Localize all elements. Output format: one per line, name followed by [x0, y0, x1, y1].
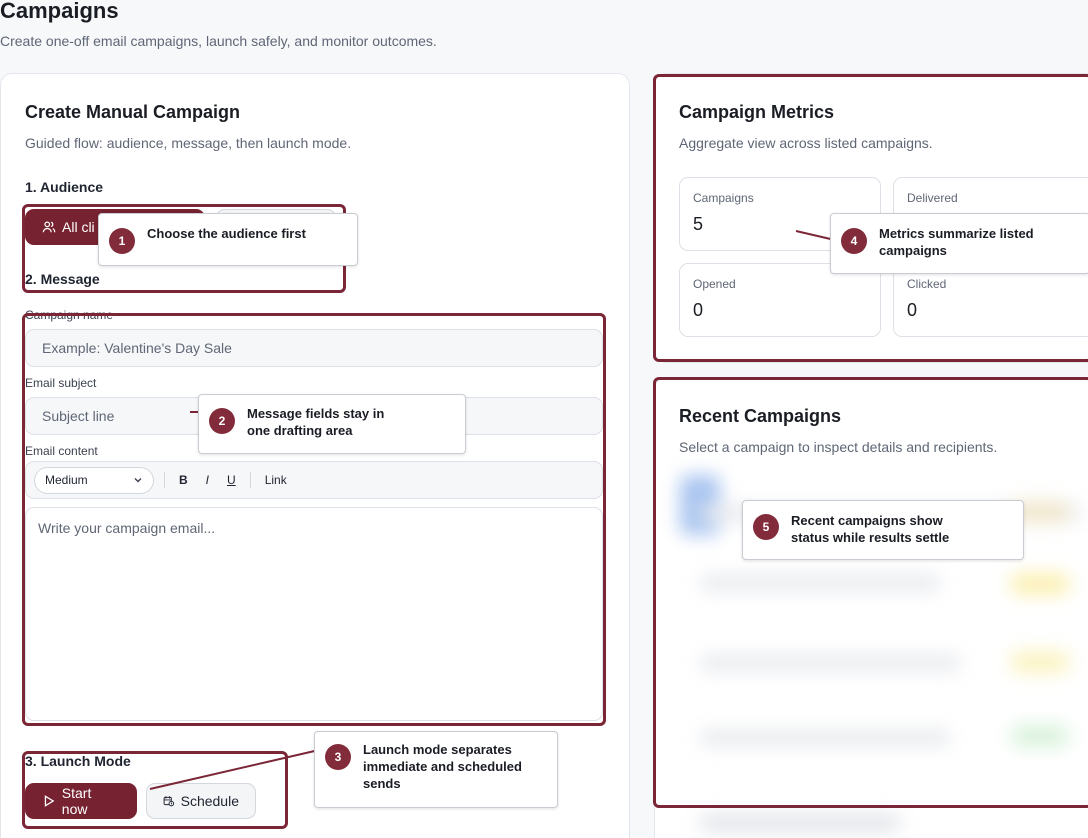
email-subject-label: Email subject: [25, 376, 97, 390]
metric-label: Delivered: [907, 191, 958, 205]
font-size-value: Medium: [45, 473, 88, 487]
metric-value: 0: [907, 300, 918, 320]
email-content-label: Email content: [25, 444, 98, 458]
link-button[interactable]: Link: [261, 473, 291, 487]
launch-mode-section-label: 3. Launch Mode: [25, 753, 131, 769]
campaign-name-input[interactable]: [25, 329, 603, 367]
callout-5: 5 Recent campaigns show status while res…: [742, 500, 1024, 560]
toolbar-divider: [249, 472, 251, 488]
blurred-status-pill: [1010, 725, 1070, 747]
page-subtitle: Create one-off email campaigns, launch s…: [0, 33, 437, 49]
callout-badge: 3: [325, 744, 351, 770]
blurred-row: [700, 575, 940, 591]
callout-3: 3 Launch mode separates immediate and sc…: [314, 731, 558, 808]
callout-text: Message fields stay in one drafting area: [247, 406, 385, 438]
metrics-title: Campaign Metrics: [679, 102, 835, 122]
page-title: Campaigns: [0, 0, 119, 23]
blurred-status-pill: [1010, 573, 1070, 595]
email-content-editor[interactable]: Write your campaign email...: [25, 507, 603, 721]
recent-campaigns-title: Recent Campaigns: [679, 406, 842, 426]
editor-toolbar: Medium B I U Link: [25, 461, 603, 499]
callout-text: Metrics summarize listed campaigns: [879, 226, 1034, 258]
recent-campaigns-description: Select a campaign to inspect details and…: [679, 439, 998, 455]
campaign-name-label: Campaign name: [25, 308, 114, 322]
start-now-label: Start now: [61, 785, 92, 817]
blurred-row: [700, 730, 950, 746]
bold-button[interactable]: B: [175, 473, 192, 487]
toolbar-divider: [164, 472, 165, 488]
message-section-label: 2. Message: [25, 271, 100, 287]
metric-value: 5: [693, 214, 704, 234]
start-now-button[interactable]: Start now: [25, 783, 137, 819]
schedule-button[interactable]: Schedule: [146, 783, 256, 819]
blurred-row: [700, 815, 900, 831]
callout-badge: 5: [753, 514, 779, 540]
metric-label: Clicked: [907, 277, 947, 291]
callout-2: 2 Message fields stay in one drafting ar…: [198, 394, 466, 454]
underline-button[interactable]: U: [223, 473, 240, 487]
metric-label: Opened: [693, 277, 736, 291]
metric-label: Campaigns: [693, 191, 754, 205]
metric-clicked: Clicked 0: [893, 263, 1088, 337]
play-icon: [44, 795, 55, 807]
callout-text: Launch mode separates immediate and sche…: [363, 742, 522, 791]
users-icon: [42, 221, 56, 233]
all-clients-label: All cli: [62, 219, 95, 235]
create-campaign-title: Create Manual Campaign: [25, 102, 241, 122]
callout-badge: 2: [209, 408, 235, 434]
callout-text: Recent campaigns show status while resul…: [791, 513, 950, 545]
font-size-select[interactable]: Medium: [34, 466, 154, 494]
callout-4: 4 Metrics summarize listed campaigns: [830, 213, 1088, 274]
blurred-row: [700, 655, 960, 671]
callout-badge: 1: [109, 228, 135, 254]
chevron-down-icon: [134, 478, 142, 483]
italic-button[interactable]: I: [202, 473, 213, 487]
callout-badge: 4: [841, 228, 867, 254]
audience-section-label: 1. Audience: [25, 179, 104, 195]
metric-opened: Opened 0: [679, 263, 881, 337]
schedule-label: Schedule: [180, 793, 239, 809]
callout-text: Choose the audience first: [147, 226, 306, 241]
blurred-status-pill: [1010, 651, 1070, 673]
callout-1: 1 Choose the audience first: [98, 213, 358, 266]
metric-value: 0: [693, 300, 704, 320]
calendar-clock-icon: [163, 796, 175, 807]
metrics-description: Aggregate view across listed campaigns.: [679, 135, 933, 151]
create-campaign-description: Guided flow: audience, message, then lau…: [25, 135, 352, 151]
